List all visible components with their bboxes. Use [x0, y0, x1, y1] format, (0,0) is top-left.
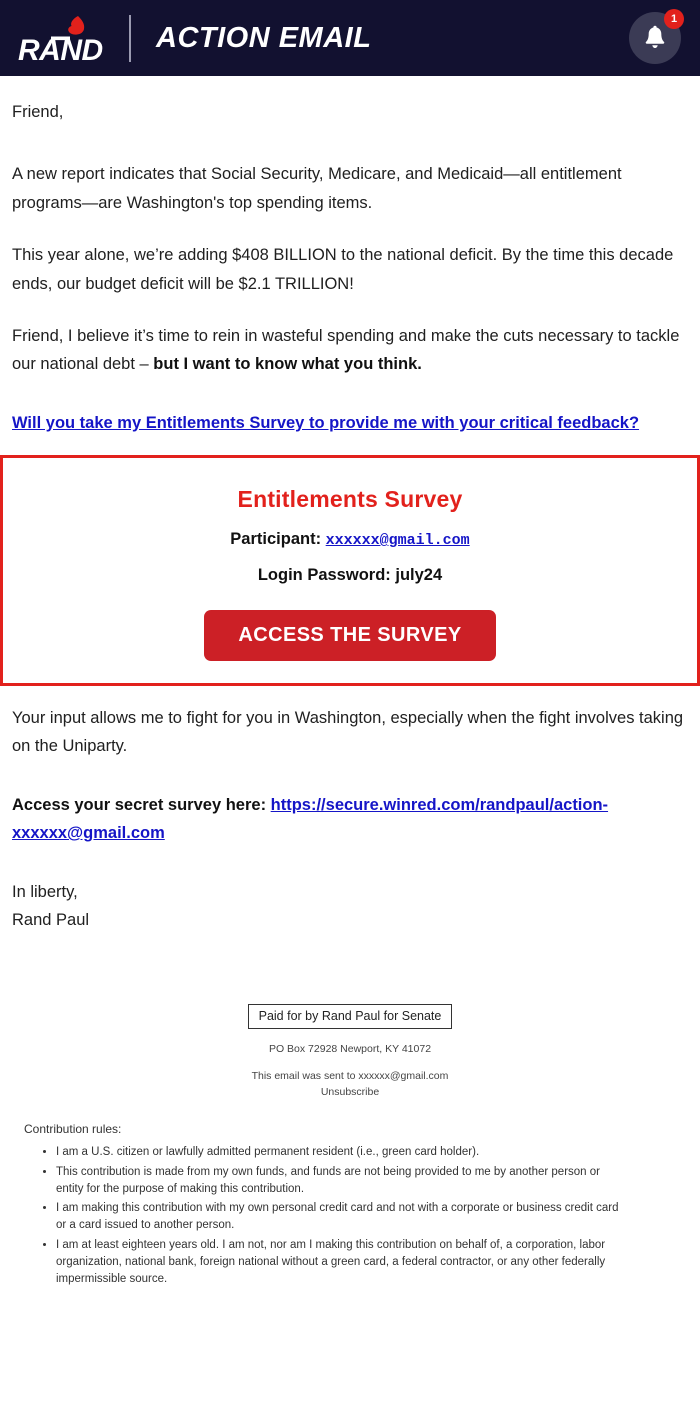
secret-survey-paragraph: Access your secret survey here: https://…	[12, 791, 688, 848]
contribution-rules-list: I am a U.S. citizen or lawfully admitted…	[12, 1144, 688, 1288]
notification-button[interactable]: 1	[629, 9, 684, 64]
list-item: This contribution is made from my own fu…	[56, 1164, 688, 1199]
mailing-address: PO Box 72928 Newport, KY 41072	[268, 1043, 432, 1056]
paragraph-opinion: Friend, I believe it’s time to rein in w…	[12, 322, 688, 379]
survey-question-paragraph: Will you take my Entitlements Survey to …	[12, 409, 688, 437]
participant-label: Participant:	[230, 530, 326, 548]
entitlements-survey-link[interactable]: Will you take my Entitlements Survey to …	[12, 414, 639, 432]
contribution-rules-heading: Contribution rules:	[24, 1122, 122, 1137]
list-item: I am making this contribution with my ow…	[56, 1200, 688, 1235]
paid-for-disclaimer: Paid for by Rand Paul for Senate	[247, 1004, 453, 1030]
email-footer: Paid for by Rand Paul for Senate PO Box …	[12, 1004, 688, 1308]
paragraph-opinion-bold: but I want to know what you think.	[153, 355, 422, 374]
rand-logo[interactable]: RAND	[16, 10, 116, 66]
participant-line: Participant: xxxxxx@gmail.com	[3, 530, 697, 549]
unsubscribe-link[interactable]: Unsubscribe	[321, 1086, 379, 1098]
signoff-text: In liberty,	[12, 882, 78, 901]
greeting-text: Friend,	[12, 103, 64, 121]
list-item: I am at least eighteen years old. I am n…	[56, 1237, 688, 1289]
bell-icon	[645, 25, 665, 48]
signature-name: Rand Paul	[12, 910, 90, 929]
paragraph-entitlements: A new report indicates that Social Secur…	[12, 165, 622, 212]
header-divider	[129, 14, 131, 62]
secret-survey-label: Access your secret survey here:	[12, 795, 271, 814]
survey-box-title: Entitlements Survey	[237, 486, 463, 512]
participant-email-link[interactable]: xxxxxx@gmail.com	[326, 532, 470, 549]
paragraph-uniparty: Your input allows me to fight for you in…	[12, 709, 684, 756]
svg-text:RAND: RAND	[18, 34, 103, 66]
access-the-survey-button[interactable]: ACCESS THE SURVEY	[204, 610, 496, 661]
notification-badge: 1	[664, 9, 684, 29]
email-body: Friend, A new report indicates that Soci…	[0, 76, 700, 1308]
rand-logo-svg: RAND	[18, 16, 103, 66]
list-item: I am a U.S. citizen or lawfully admitted…	[56, 1144, 688, 1161]
email-header: RAND ACTION EMAIL 1	[0, 0, 700, 76]
flame-icon	[68, 16, 85, 35]
sent-to-line: This email was sent to xxxxxx@gmail.com	[251, 1070, 449, 1083]
paragraph-deficit: This year alone, we’re adding $408 BILLI…	[12, 246, 674, 293]
page-title: ACTION EMAIL	[156, 21, 372, 54]
survey-callout-box: Entitlements Survey Participant: xxxxxx@…	[0, 455, 700, 686]
login-password-line: Login Password: july24	[257, 566, 443, 584]
unsubscribe-wrap: Unsubscribe	[12, 1082, 688, 1100]
